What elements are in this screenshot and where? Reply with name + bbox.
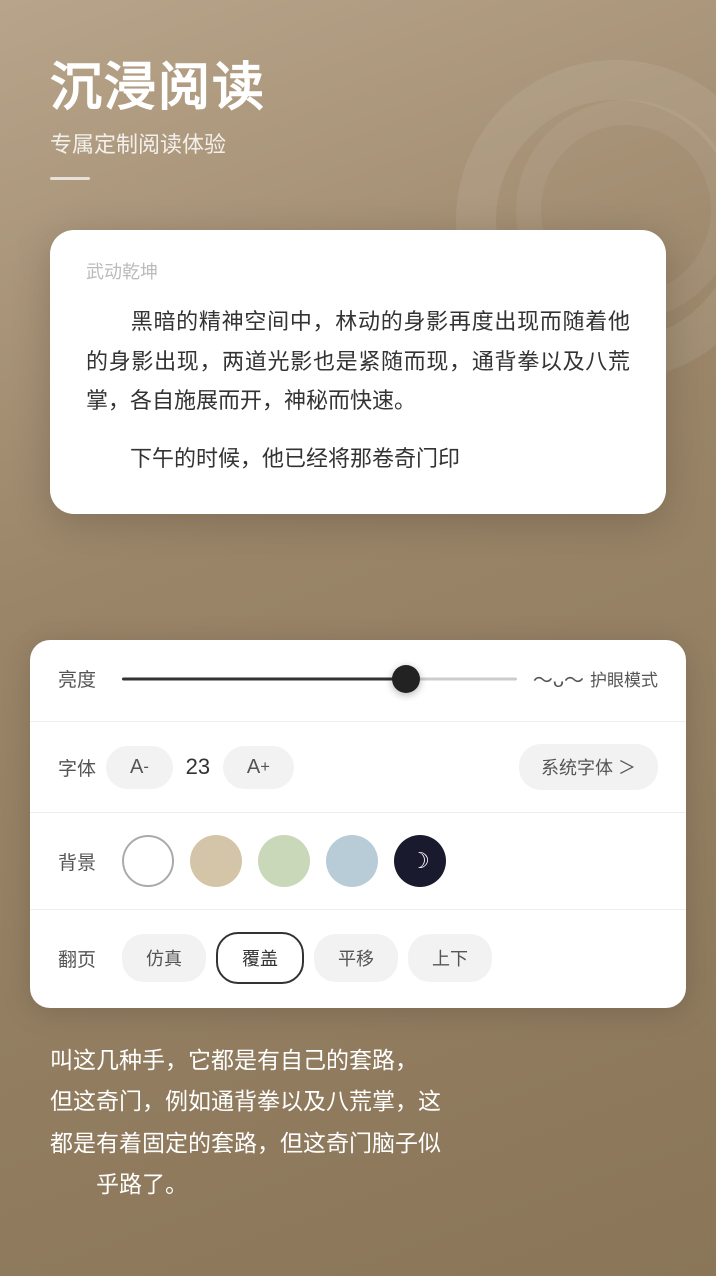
divider-2 — [30, 812, 686, 813]
page-subtitle: 专属定制阅读体验 — [50, 127, 266, 159]
bg-options: ☽ — [122, 835, 446, 887]
bg-option-beige[interactable] — [190, 835, 242, 887]
bg-option-black[interactable]: ☽ — [394, 835, 446, 887]
pageturn-cover[interactable]: 覆盖 — [216, 932, 304, 984]
brightness-row: 亮度 〜ᴗ〜 护眼模式 — [58, 664, 658, 693]
bg-label: 背景 — [58, 848, 106, 875]
bottom-line2: 但这奇门，例如通背拳以及八荒掌，这 — [50, 1088, 441, 1114]
pageturn-slide[interactable]: 平移 — [314, 934, 398, 982]
pageturn-row: 翻页 仿真 覆盖 平移 上下 — [58, 932, 658, 984]
book-title: 武动乾坤 — [86, 258, 630, 284]
pageturn-label: 翻页 — [58, 945, 106, 972]
brightness-slider[interactable] — [122, 677, 517, 681]
control-panel: 亮度 〜ᴗ〜 护眼模式 字体 A- 23 A+ 系统字体 ＞ 背景 — [30, 640, 686, 1008]
bg-option-blue[interactable] — [326, 835, 378, 887]
bg-option-white[interactable] — [122, 835, 174, 887]
font-controls: A- 23 A+ — [106, 746, 519, 789]
divider-1 — [30, 721, 686, 722]
font-label: 字体 — [58, 754, 106, 781]
reading-card: 武动乾坤 黑暗的精神空间中，林动的身影再度出现而随着他的身影出现，两道光影也是紧… — [50, 230, 666, 514]
bottom-reading: 叫这几种手，它都是有自己的套路， 但这奇门，例如通背拳以及八荒掌，这 都是有着固… — [50, 1040, 686, 1206]
moon-icon: ☽ — [410, 848, 430, 874]
reading-text-p2: 下午的时候，他已经将那卷奇门印 — [86, 439, 630, 479]
pageturn-simulated[interactable]: 仿真 — [122, 934, 206, 982]
bottom-text-block: 叫这几种手，它都是有自己的套路， 但这奇门，例如通背拳以及八荒掌，这 都是有着固… — [50, 1040, 686, 1206]
font-size-display: 23 — [173, 754, 223, 780]
reading-text-p1: 黑暗的精神空间中，林动的身影再度出现而随着他的身影出现，两道光影也是紧随而现，通… — [86, 302, 630, 421]
bottom-line3: 都是有着固定的套路，但这奇门脑子似 — [50, 1130, 441, 1156]
divider-3 — [30, 909, 686, 910]
bottom-line4: 乎路了。 — [50, 1171, 188, 1197]
eye-icon: 〜ᴗ〜 — [533, 664, 584, 693]
bottom-line1: 叫这几种手，它都是有自己的套路， — [50, 1047, 418, 1073]
eye-mode-label: 护眼模式 — [590, 666, 658, 691]
header: 沉浸阅读 专属定制阅读体验 — [50, 60, 266, 180]
brightness-label: 亮度 — [58, 665, 106, 692]
pageturn-scroll[interactable]: 上下 — [408, 934, 492, 982]
slider-fill — [122, 677, 406, 680]
pageturn-options: 仿真 覆盖 平移 上下 — [122, 932, 492, 984]
page-title: 沉浸阅读 — [50, 60, 266, 117]
font-decrease-button[interactable]: A- — [106, 746, 173, 789]
font-row: 字体 A- 23 A+ 系统字体 ＞ — [58, 744, 658, 790]
bg-option-green[interactable] — [258, 835, 310, 887]
font-type-button[interactable]: 系统字体 ＞ — [519, 744, 658, 790]
background-row: 背景 ☽ — [58, 835, 658, 887]
header-divider — [50, 177, 90, 180]
slider-thumb[interactable] — [392, 665, 420, 693]
eye-mode-toggle[interactable]: 〜ᴗ〜 护眼模式 — [533, 664, 658, 693]
slider-track — [122, 677, 517, 680]
font-increase-button[interactable]: A+ — [223, 746, 294, 789]
